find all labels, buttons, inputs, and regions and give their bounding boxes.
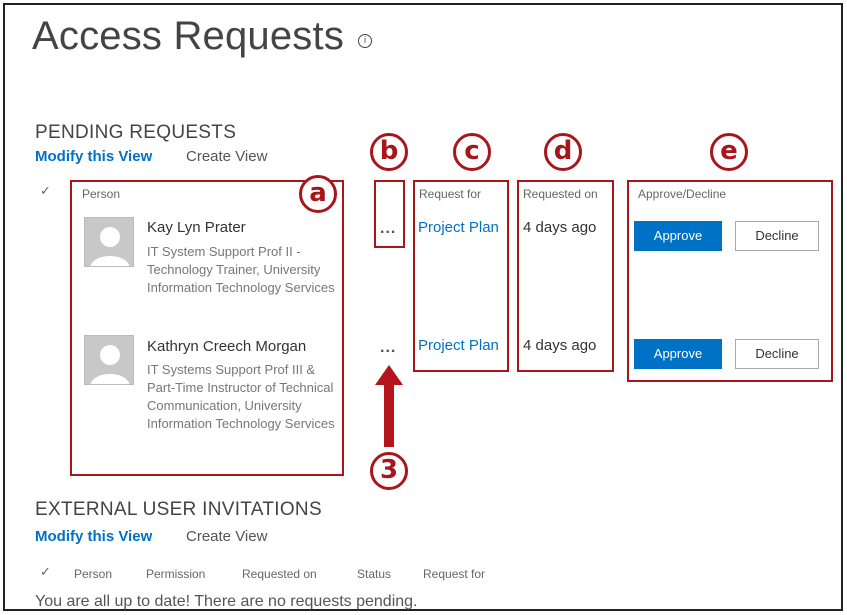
- external-column-header-request-for[interactable]: Request for: [423, 567, 485, 581]
- callout-c: c: [453, 133, 491, 171]
- info-icon[interactable]: i: [358, 34, 372, 48]
- pending-create-view-link[interactable]: Create View: [186, 148, 267, 165]
- external-column-header-permission[interactable]: Permission: [146, 567, 205, 581]
- pending-modify-view-link[interactable]: Modify this View: [35, 148, 152, 165]
- annotation-box-more-options: [374, 180, 405, 248]
- select-all-check-icon[interactable]: ✓: [40, 184, 51, 199]
- external-column-header-status[interactable]: Status: [357, 567, 391, 581]
- pending-requests-heading: PENDING REQUESTS: [35, 122, 237, 143]
- arrow-up-icon: [375, 365, 403, 385]
- callout-b: b: [370, 133, 408, 171]
- callout-3: 3: [370, 452, 408, 490]
- annotation-box-approve-decline: [627, 180, 833, 382]
- annotation-box-request-for: [413, 180, 509, 372]
- more-options-button[interactable]: ...: [380, 339, 396, 357]
- callout-e: e: [710, 133, 748, 171]
- external-modify-view-link[interactable]: Modify this View: [35, 528, 152, 545]
- external-invitations-heading: EXTERNAL USER INVITATIONS: [35, 499, 322, 520]
- annotation-box-person: [70, 180, 344, 476]
- callout-d: d: [544, 133, 582, 171]
- empty-state-message: You are all up to date! There are no req…: [35, 593, 418, 610]
- annotation-box-requested-on: [517, 180, 614, 372]
- external-column-header-person[interactable]: Person: [74, 567, 112, 581]
- external-column-header-requested-on[interactable]: Requested on: [242, 567, 317, 581]
- arrow-shaft: [384, 385, 394, 447]
- external-create-view-link[interactable]: Create View: [186, 528, 267, 545]
- external-select-all-check-icon[interactable]: ✓: [40, 565, 51, 580]
- callout-a: a: [299, 175, 337, 213]
- page-title: Access Requests: [32, 14, 345, 58]
